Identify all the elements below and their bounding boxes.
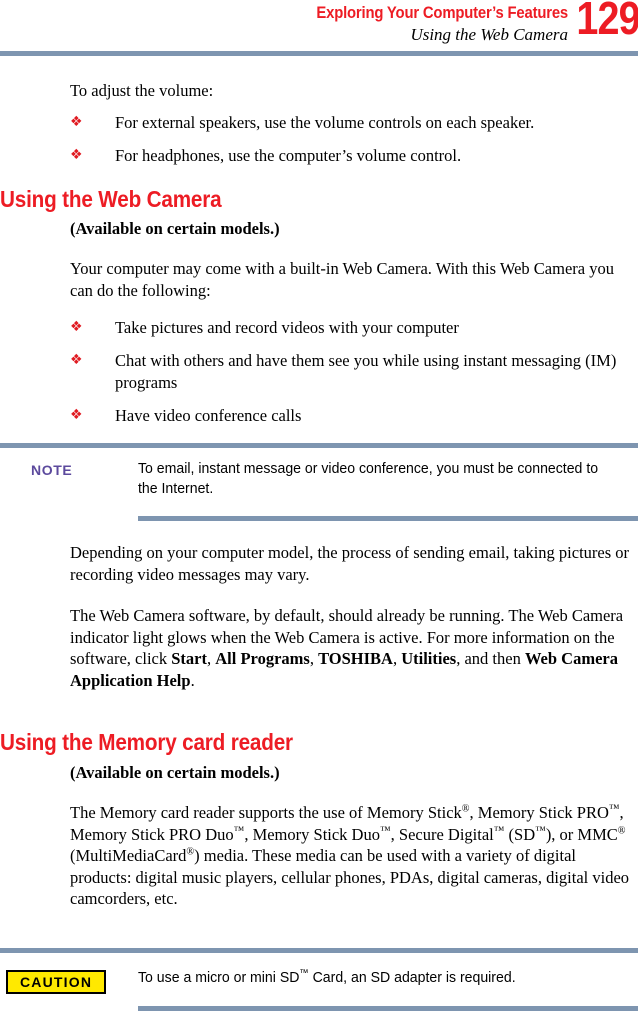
sep: , xyxy=(309,649,319,668)
memcard-text-mid1: , Memory Stick PRO xyxy=(469,803,609,822)
memcard-text-mid6: ), or MMC xyxy=(545,824,618,844)
memcard-paragraph: The Memory card reader supports the use … xyxy=(70,802,638,910)
caution-bottom-rule xyxy=(138,1006,638,1011)
heading-using-memory-card-reader: Using the Memory card reader xyxy=(0,729,293,755)
section-title: Using the Web Camera xyxy=(410,25,568,44)
bullet-diamond-icon: ❖ xyxy=(70,319,83,335)
note-bottom-rule xyxy=(138,516,638,521)
list-item: ❖ Have video conference calls xyxy=(70,405,638,427)
list-item-label: Have video conference calls xyxy=(115,406,302,425)
trademark-icon: ™ xyxy=(379,824,391,836)
heading-using-web-camera: Using the Web Camera xyxy=(0,186,222,212)
trademark-icon: ™ xyxy=(493,824,505,836)
list-item: ❖ For headphones, use the computer’s vol… xyxy=(70,145,638,167)
list-item-label: Chat with others and have them see you w… xyxy=(115,351,617,392)
memcard-text-mid7: (MultiMediaCard xyxy=(70,846,187,865)
page-number: 129 xyxy=(576,0,638,44)
list-item-label: Take pictures and record videos with you… xyxy=(115,318,459,337)
list-item-label: For headphones, use the computer’s volum… xyxy=(115,146,462,165)
webcam-intro-paragraph: Your computer may come with a built-in W… xyxy=(70,259,614,300)
bullet-diamond-icon: ❖ xyxy=(70,407,83,423)
webcam-depending-paragraph: Depending on your computer model, the pr… xyxy=(70,543,630,584)
trademark-icon: ™ xyxy=(535,824,546,836)
list-item: ❖ Chat with others and have them see you… xyxy=(70,350,638,393)
memcard-text-mid5: (SD xyxy=(504,824,536,844)
webcam-software-paragraph: The Web Camera software, by default, sho… xyxy=(70,605,638,691)
sep: , xyxy=(207,649,216,668)
trademark-icon: ™ xyxy=(608,802,620,815)
memcard-text-mid3: , Memory Stick Duo xyxy=(244,824,380,844)
bullet-diamond-icon: ❖ xyxy=(70,352,83,368)
list-item: ❖ Take pictures and record videos with y… xyxy=(70,317,638,339)
memcard-text-mid4: , Secure Digital xyxy=(390,824,494,844)
registered-icon: ® xyxy=(461,803,470,815)
running-head-text: Exploring Your Computer’s Features Using… xyxy=(108,0,568,46)
caution-top-rule xyxy=(0,948,638,953)
menu-start-label: Start xyxy=(171,649,207,668)
note-top-rule xyxy=(0,443,638,448)
note-text: To email, instant message or video confe… xyxy=(138,460,599,497)
menu-all-programs-label: All Programs xyxy=(215,649,310,668)
registered-icon: ® xyxy=(617,825,626,836)
registered-icon: ® xyxy=(186,846,195,858)
menu-utilities-label: Utilities xyxy=(401,649,457,668)
note-label: NOTE xyxy=(31,462,73,478)
list-item-label: For external speakers, use the volume co… xyxy=(115,113,535,132)
caution-text-before: To use a micro or mini SD xyxy=(138,969,300,986)
memcard-availability-note: (Available on certain models.) xyxy=(70,763,280,782)
header-rule xyxy=(0,51,638,56)
bullet-diamond-icon: ❖ xyxy=(70,114,83,130)
list-item: ❖ For external speakers, use the volume … xyxy=(70,112,638,134)
sep: , xyxy=(392,649,402,668)
volume-lead-text: To adjust the volume: xyxy=(70,81,214,100)
trademark-icon: ™ xyxy=(233,824,245,836)
trademark-icon: ™ xyxy=(299,968,309,979)
menu-toshiba-label: TOSHIBA xyxy=(318,649,393,668)
caution-text-after: Card, an SD adapter is required. xyxy=(308,969,516,986)
webcam-availability-note: (Available on certain models.) xyxy=(70,219,280,238)
running-head: Exploring Your Computer’s Features Using… xyxy=(0,0,638,52)
sep: , and then xyxy=(456,649,525,668)
bullet-diamond-icon: ❖ xyxy=(70,147,83,163)
chapter-title: Exploring Your Computer’s Features xyxy=(316,4,568,22)
sep: . xyxy=(190,670,195,690)
caution-text: To use a micro or mini SD™ Card, an SD a… xyxy=(138,968,608,988)
caution-label: CAUTION xyxy=(6,970,107,994)
memcard-text-prefix: The Memory card reader supports the use … xyxy=(70,803,462,822)
